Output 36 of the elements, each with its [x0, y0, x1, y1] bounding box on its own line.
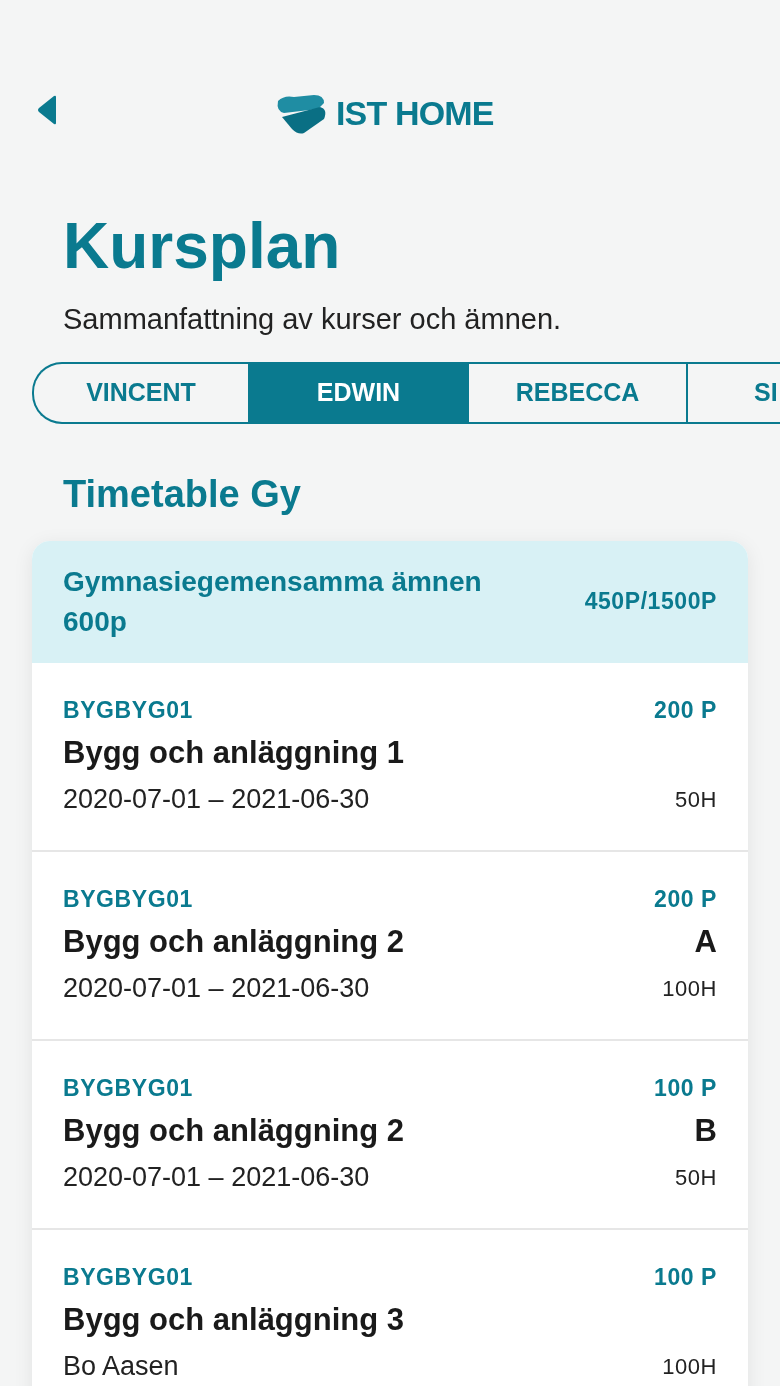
course-hours: 50H [675, 1163, 717, 1192]
course-grade: A [694, 922, 717, 961]
course-code: BYGBYG01 [63, 695, 193, 725]
group-points: 450P/1500P [584, 587, 717, 617]
back-icon [36, 95, 58, 125]
course-detail: 2020-07-01 – 2021-06-30 [63, 1161, 370, 1194]
course-detail: 2020-07-01 – 2021-06-30 [63, 972, 370, 1005]
course-grade: B [694, 1111, 717, 1150]
course-hours: 50H [675, 785, 717, 814]
course-name: Bygg och anläggning 3 [63, 1300, 404, 1339]
person-tab[interactable]: EDWIN [248, 361, 469, 424]
logo-text: IST HOME [336, 93, 494, 134]
course-row[interactable]: BYGBYG01 100 P Bygg och anläggning 2 B 2020-07-01 – 2021-06-30 50H [32, 1040, 748, 1230]
course-code: BYGBYG01 [63, 1073, 193, 1103]
person-tab[interactable]: REBECCA [469, 361, 686, 424]
person-tab[interactable]: VINCENT [32, 361, 248, 424]
course-hours: 100H [662, 974, 717, 1003]
course-points: 200 P [654, 884, 717, 914]
course-detail: 2020-07-01 – 2021-06-30 [63, 783, 370, 816]
course-code: BYGBYG01 [63, 884, 193, 914]
course-points: 100 P [654, 1073, 717, 1103]
course-row[interactable]: BYGBYG01 200 P Bygg och anläggning 1 2020-07-01 – 2021-06-30 50H [32, 662, 748, 852]
course-code: BYGBYG01 [63, 1262, 193, 1292]
course-row[interactable]: BYGBYG01 200 P Bygg och anläggning 2 A 2020-07-01 – 2021-06-30 100H [32, 851, 748, 1041]
course-name: Bygg och anläggning 2 [63, 922, 404, 961]
group-title: Gymnasiegemensamma ämnen 600p [63, 564, 483, 639]
course-name: Bygg och anläggning 1 [63, 733, 404, 772]
page-subtitle: Sammanfattning av kurser och ämnen. [63, 302, 563, 337]
course-hours: 100H [662, 1352, 717, 1381]
person-tab[interactable]: SI [686, 361, 780, 424]
section-title: Timetable Gy [63, 471, 302, 517]
course-name: Bygg och anläggning 2 [63, 1111, 404, 1150]
course-points: 200 P [654, 695, 717, 725]
course-row[interactable]: BYGBYG01 100 P Bygg och anläggning 3 Bo Aasen 100H [32, 1229, 748, 1386]
course-detail: Bo Aasen [63, 1350, 179, 1383]
course-points: 100 P [654, 1262, 717, 1292]
